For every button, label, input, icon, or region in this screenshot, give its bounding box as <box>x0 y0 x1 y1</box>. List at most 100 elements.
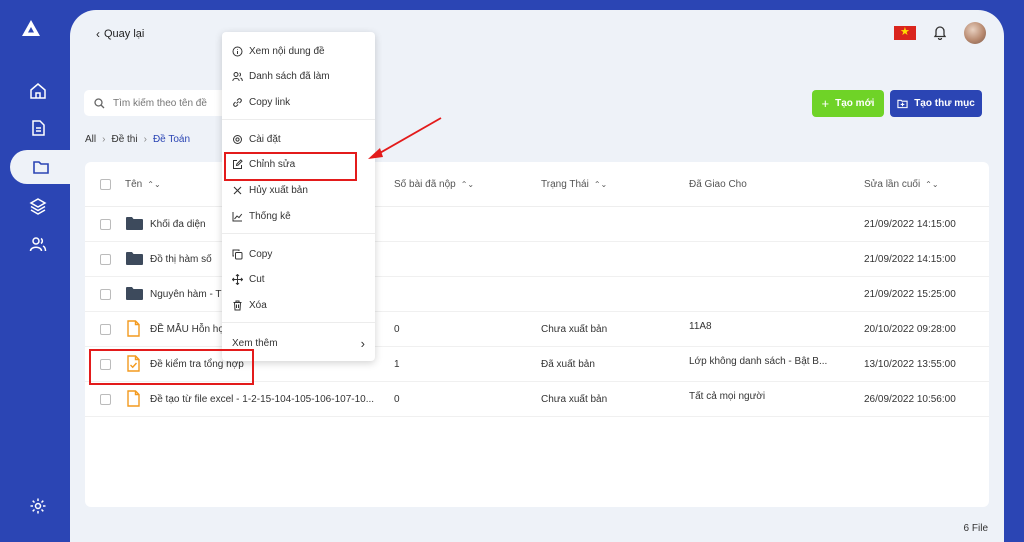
row-assigned: 11A8 <box>689 321 712 332</box>
file-icon <box>127 390 140 407</box>
row-modified: 21/09/2022 14:15:00 <box>864 254 956 265</box>
search-icon <box>94 97 105 108</box>
breadcrumb-separator-icon: › <box>102 134 106 145</box>
row-name[interactable]: Đồ thị hàm số <box>150 254 212 265</box>
menu-divider <box>222 233 375 234</box>
table-row[interactable]: Đồ thị hàm số 21/09/2022 14:15:00 <box>85 242 989 277</box>
table-header: Tên ⌃⌄ Số bài đã nộp ⌃⌄ Trạng Thái ⌃⌄ Đã… <box>85 162 989 207</box>
users-icon <box>29 237 47 252</box>
column-modified-header[interactable]: Sửa lần cuối ⌃⌄ <box>864 179 939 190</box>
create-new-button[interactable]: + Tạo mới <box>812 90 884 117</box>
row-checkbox[interactable] <box>100 324 111 335</box>
row-checkbox[interactable] <box>100 219 111 230</box>
sidebar-item-home[interactable] <box>10 74 66 108</box>
menu-item-copy-link[interactable]: Copy link <box>232 93 290 111</box>
row-name[interactable]: Đề tạo từ file excel - 1-2-15-104-105-10… <box>150 394 374 405</box>
row-modified: 13/10/2022 13:55:00 <box>864 359 956 370</box>
menu-label: Cài đặt <box>249 133 281 145</box>
sort-icon: ⌃⌄ <box>593 180 608 189</box>
menu-item-cut[interactable]: Cut <box>232 270 265 288</box>
column-submitted-header[interactable]: Số bài đã nộp ⌃⌄ <box>394 179 474 190</box>
column-assigned-header: Đã Giao Cho <box>689 179 747 190</box>
sidebar-item-folders[interactable] <box>10 150 72 184</box>
folder-icon <box>126 252 143 265</box>
plus-icon: + <box>821 96 830 111</box>
menu-label: Copy <box>249 248 273 260</box>
breadcrumb-separator-icon: › <box>143 134 147 145</box>
select-all-checkbox[interactable] <box>100 179 111 190</box>
sort-icon: ⌃⌄ <box>925 180 939 189</box>
create-new-label: Tạo mới <box>835 98 875 109</box>
file-count: 6 File <box>963 523 988 534</box>
row-checkbox[interactable] <box>100 254 111 265</box>
row-name[interactable]: Nguyên hàm - Tí <box>150 289 224 300</box>
table-row[interactable]: Nguyên hàm - Tí 21/09/2022 15:25:00 <box>85 277 989 312</box>
link-icon <box>233 97 242 107</box>
context-menu: Xem nội dung đề Danh sách đã làm Copy li… <box>222 32 375 361</box>
menu-item-copy[interactable]: Copy <box>232 245 272 263</box>
chevron-left-icon: ‹ <box>96 27 100 41</box>
sidebar-item-settings[interactable] <box>10 489 66 523</box>
row-name[interactable]: Khối đa diện <box>150 219 206 230</box>
menu-label: Hủy xuất bản <box>249 184 308 196</box>
menu-label: Thống kê <box>249 210 291 222</box>
avatar[interactable] <box>964 22 986 44</box>
menu-item-submissions[interactable]: Danh sách đã làm <box>232 67 330 85</box>
annotation-arrow-icon <box>368 117 442 159</box>
row-assigned: Tất cả mọi người <box>689 391 766 402</box>
menu-label: Copy link <box>249 96 291 108</box>
row-status: Đã xuất bản <box>541 359 595 370</box>
document-icon <box>32 120 45 136</box>
menu-label: Danh sách đã làm <box>249 70 330 82</box>
column-label: Trạng Thái <box>541 179 589 190</box>
menu-item-statistics[interactable]: Thống kê <box>232 207 291 225</box>
trash-icon <box>233 300 242 310</box>
row-name[interactable]: ĐỀ MẪU Hỗn hợp <box>150 324 230 335</box>
row-assigned: Lớp không danh sách - Bật B... <box>689 356 828 367</box>
folder-icon <box>126 287 143 300</box>
menu-label: Cut <box>249 273 265 285</box>
breadcrumb-item-all[interactable]: All <box>85 134 96 145</box>
app-logo[interactable] <box>22 20 40 36</box>
column-label: Sửa lần cuối <box>864 179 921 190</box>
breadcrumb-item-de-thi[interactable]: Đề thi <box>111 134 137 145</box>
breadcrumb: All › Đề thi › Đề Toán <box>85 134 190 145</box>
menu-item-delete[interactable]: Xóa <box>232 296 267 314</box>
breadcrumb-item-current[interactable]: Đề Toán <box>153 134 190 145</box>
column-label: Tên <box>125 179 143 190</box>
sidebar-item-documents[interactable] <box>10 111 66 145</box>
row-checkbox[interactable] <box>100 289 111 300</box>
gear-icon <box>30 498 46 514</box>
row-modified: 21/09/2022 14:15:00 <box>864 219 956 230</box>
menu-item-view-content[interactable]: Xem nội dung đề <box>232 42 325 60</box>
menu-item-unpublish[interactable]: Hủy xuất bản <box>232 181 308 199</box>
create-folder-button[interactable]: Tạo thư mục <box>890 90 982 117</box>
row-submitted: 0 <box>394 324 400 335</box>
back-label: Quay lại <box>104 28 145 40</box>
table-row[interactable]: Khối đa diện 21/09/2022 14:15:00 <box>85 207 989 242</box>
vietnam-flag-icon[interactable] <box>894 25 916 40</box>
sort-icon: ⌃⌄ <box>460 180 475 189</box>
folder-icon <box>33 161 49 174</box>
users-icon <box>232 71 243 81</box>
menu-item-settings[interactable]: Cài đặt <box>232 130 281 148</box>
sidebar <box>0 0 72 542</box>
back-button[interactable]: ‹ Quay lại <box>96 27 144 41</box>
row-checkbox[interactable] <box>100 394 111 405</box>
chart-icon <box>232 211 243 221</box>
move-icon <box>232 273 243 285</box>
table-row[interactable]: ĐỀ MẪU Hỗn hợp 0 Chưa xuất bản 11A8 20/1… <box>85 312 989 347</box>
bell-icon[interactable] <box>932 24 948 43</box>
table-row[interactable]: Đề tạo từ file excel - 1-2-15-104-105-10… <box>85 382 989 417</box>
row-modified: 26/09/2022 10:56:00 <box>864 394 956 405</box>
row-modified: 21/09/2022 15:25:00 <box>864 289 956 300</box>
sidebar-item-layers[interactable] <box>10 189 66 223</box>
sort-icon: ⌃⌄ <box>147 180 161 189</box>
column-status-header[interactable]: Trạng Thái ⌃⌄ <box>541 179 607 190</box>
column-name-header[interactable]: Tên ⌃⌄ <box>125 179 161 190</box>
row-submitted: 0 <box>394 394 400 405</box>
row-modified: 20/10/2022 09:28:00 <box>864 324 956 335</box>
sidebar-item-users[interactable] <box>10 227 66 261</box>
file-icon <box>127 320 140 337</box>
header-actions <box>894 22 986 44</box>
